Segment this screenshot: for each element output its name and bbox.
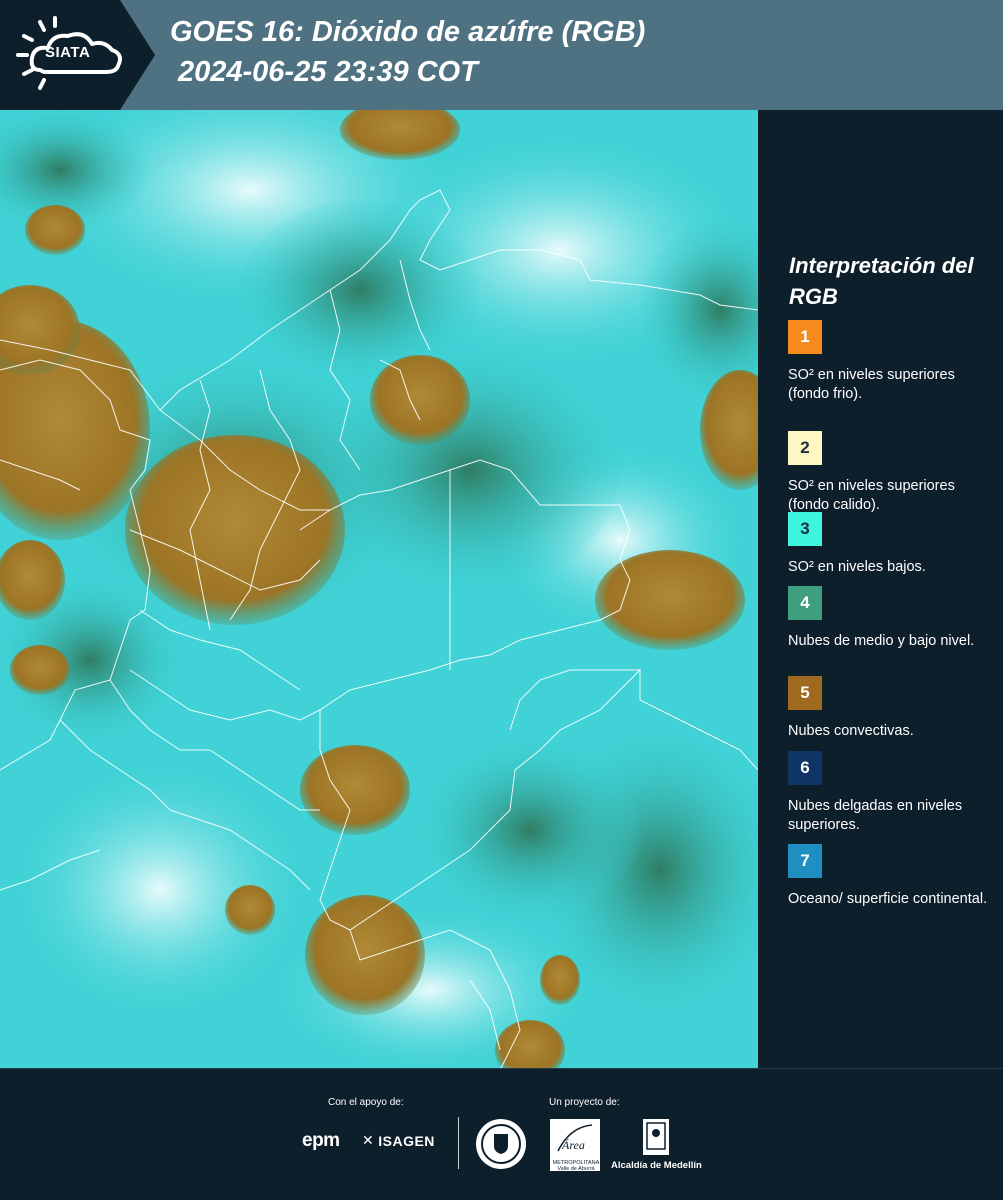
- svg-text:Área: Área: [561, 1138, 585, 1152]
- footer: Con el apoyo de: Un proyecto de: epm ✕ I…: [0, 1068, 1003, 1200]
- page-title: GOES 16: Dióxido de azúfre (RGB): [170, 16, 646, 48]
- legend-item: 1 SO² en niveles superiores (fondo frio).: [788, 320, 988, 404]
- legend-item: 5 Nubes convectivas.: [788, 676, 988, 741]
- legend-swatch: 7: [788, 844, 822, 878]
- legend-item: 4 Nubes de medio y bajo nivel.: [788, 586, 988, 651]
- legend-item: 3 SO² en niveles bajos.: [788, 512, 988, 577]
- support-label: Con el apoyo de:: [328, 1097, 404, 1108]
- so2-rgb-image: [0, 110, 758, 1070]
- legend-swatch: 2: [788, 431, 822, 465]
- isagen-icon: ✕: [362, 1132, 375, 1148]
- header-bar: SIATA GOES 16: Dióxido de azúfre (RGB) 2…: [0, 0, 1003, 110]
- medellin-seal-icon[interactable]: [476, 1119, 526, 1169]
- legend-swatch: 4: [788, 586, 822, 620]
- timestamp: 2024-06-25 23:39 COT: [178, 56, 478, 88]
- legend-item: 7 Oceano/ superficie continental.: [788, 844, 988, 909]
- isagen-logo[interactable]: ✕ ISAGEN: [362, 1132, 435, 1149]
- legend-item: 6 Nubes delgadas en niveles superiores.: [788, 751, 988, 835]
- alcaldia-text: Alcaldía de Medellín: [611, 1160, 702, 1171]
- legend-title: Interpretación del RGB: [789, 253, 974, 309]
- legend-swatch: 1: [788, 320, 822, 354]
- legend-description: SO² en niveles bajos.: [788, 559, 926, 575]
- footer-divider: [458, 1117, 459, 1169]
- satellite-map[interactable]: [0, 110, 758, 1070]
- legend-swatch: 3: [788, 512, 822, 546]
- siata-logo[interactable]: SIATA: [0, 0, 160, 110]
- legend-panel: Interpretación del RGB 1 SO² en niveles s…: [760, 110, 1003, 1068]
- area-metropolitana-text: METROPOLITANA Valle de Aburrá: [552, 1160, 600, 1172]
- project-label: Un proyecto de:: [549, 1097, 620, 1108]
- legend-swatch: 5: [788, 676, 822, 710]
- legend-description: Oceano/ superficie continental.: [788, 891, 988, 907]
- siata-logo-text: SIATA: [45, 44, 91, 61]
- legend-description: Nubes de medio y bajo nivel.: [788, 633, 975, 649]
- alcaldia-seal-icon[interactable]: [643, 1119, 669, 1155]
- isagen-text: ISAGEN: [378, 1132, 435, 1149]
- legend-description: SO² en niveles superiores (fondo calido)…: [788, 478, 955, 513]
- legend-item: 2 SO² en niveles superiores (fondo calido…: [788, 431, 988, 515]
- legend-description: Nubes convectivas.: [788, 723, 914, 739]
- legend-swatch: 6: [788, 751, 822, 785]
- legend-description: SO² en niveles superiores (fondo frio).: [788, 367, 955, 402]
- legend-description: Nubes delgadas en niveles superiores.: [788, 798, 963, 833]
- epm-logo[interactable]: epm: [302, 1130, 340, 1152]
